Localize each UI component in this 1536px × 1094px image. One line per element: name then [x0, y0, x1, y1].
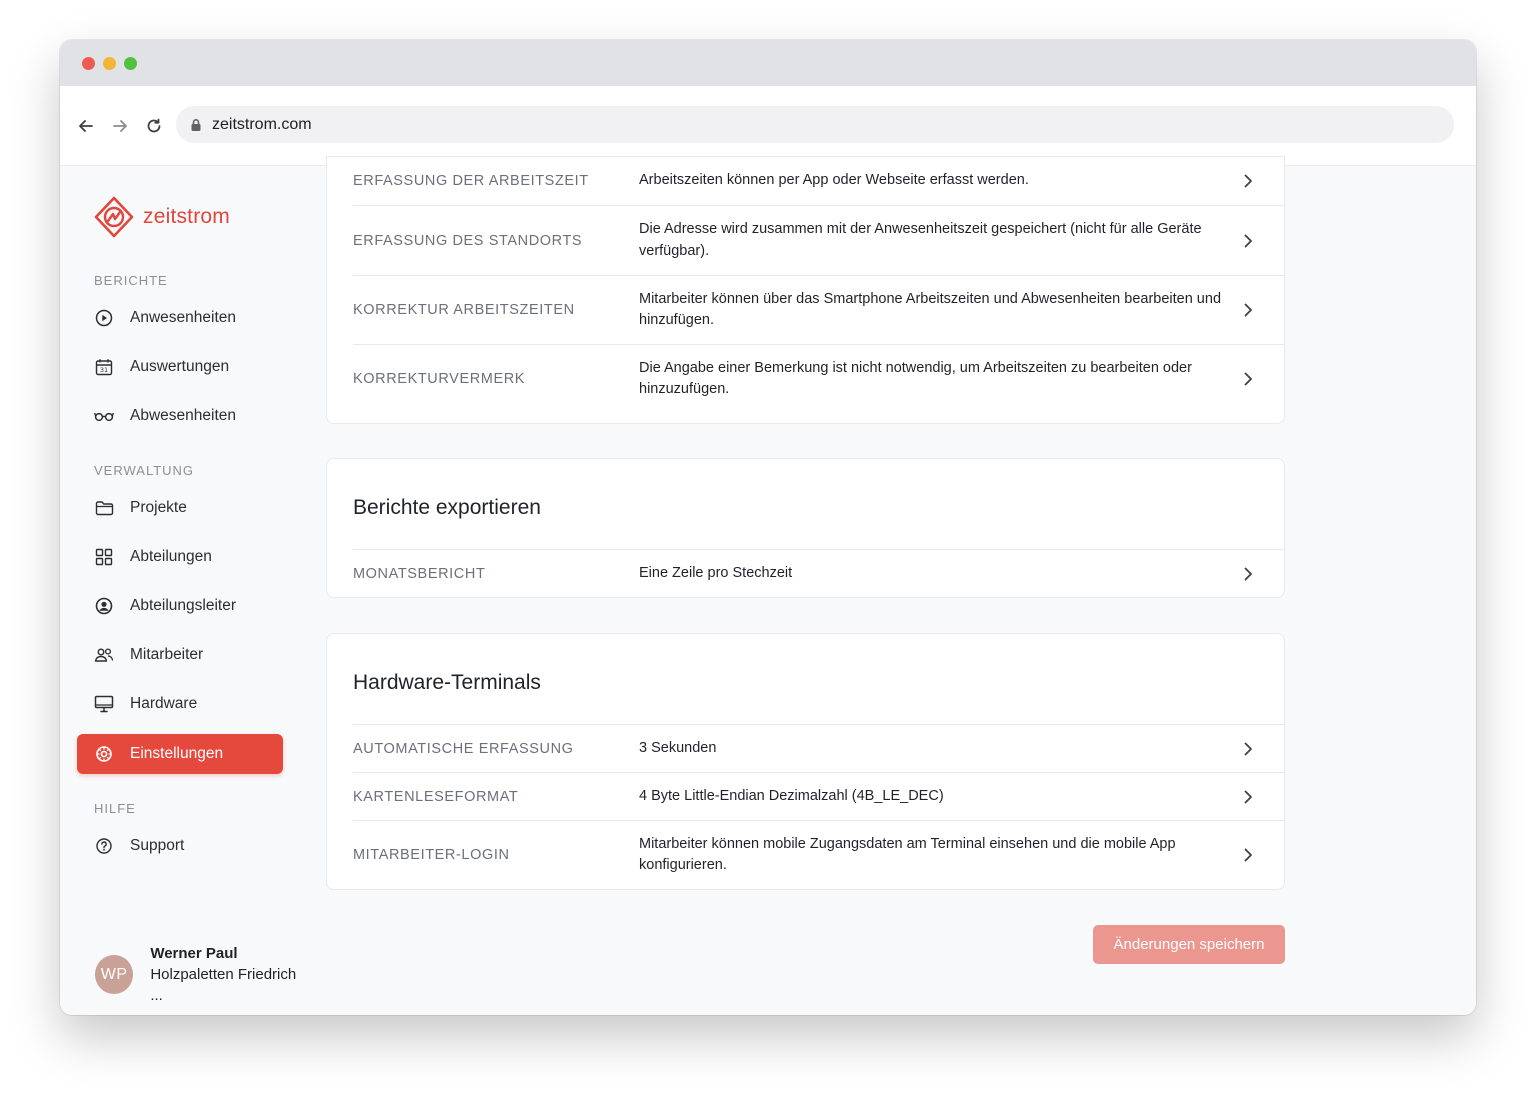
zeitstrom-logo-icon [94, 196, 134, 238]
url-text: zeitstrom.com [212, 115, 312, 133]
setting-label: ERFASSUNG DES STANDORTS [353, 232, 583, 249]
chevron-right-icon [1244, 848, 1252, 862]
sidebar-item-anwesenheiten[interactable]: Anwesenheiten [77, 298, 283, 338]
browser-window: zeitstrom.com zeitstrom BERICHTE Anwesen… [60, 40, 1476, 1015]
reload-icon [147, 118, 161, 133]
sidebar-item-hardware[interactable]: Hardware [77, 684, 283, 724]
setting-label: ERFASSUNG DER ARBEITSZEIT [353, 173, 589, 189]
chevron-right-icon [1244, 372, 1252, 386]
export-card-title: Berichte exportieren [353, 496, 541, 519]
browser-toolbar: zeitstrom.com [60, 86, 1476, 166]
sidebar-item-label: Support [130, 837, 185, 854]
setting-value: 3 Sekunden [639, 739, 717, 756]
setting-value: Die Angabe einer Bemerkung ist nicht not… [639, 359, 1192, 398]
minimize-window-button[interactable] [103, 57, 116, 70]
sidebar-item-abteilungen[interactable]: Abteilungen [77, 537, 283, 577]
hardware-card-title: Hardware-Terminals [353, 671, 541, 694]
settings-row-monatsbericht[interactable]: MONATSBERICHT Eine Zeile pro Stechzeit [353, 549, 1285, 597]
grid-icon [94, 547, 114, 567]
sidebar-item-label: Abteilungsleiter [130, 597, 236, 614]
settings-row-erfassung-standort[interactable]: ERFASSUNG DES STANDORTS Die Adresse wird… [353, 205, 1285, 275]
setting-label: MONATSBERICHT [353, 565, 486, 582]
user-name: Werner Paul [150, 945, 238, 962]
lock-icon [191, 118, 201, 131]
setting-value: Mitarbeiter können über das Smartphone A… [639, 290, 1222, 329]
section-title-verwaltung: VERWALTUNG [94, 463, 195, 478]
user-meta: Werner Paul Holzpaletten Friedrich ... [150, 943, 310, 1006]
section-title-berichte: BERICHTE [94, 273, 168, 288]
users-icon [94, 645, 114, 665]
chevron-right-icon [1244, 174, 1252, 188]
settings-row-automatische-erfassung[interactable]: AUTOMATISCHE ERFASSUNG 3 Sekunden [353, 724, 1285, 772]
setting-value: Eine Zeile pro Stechzeit [639, 564, 793, 581]
save-changes-button[interactable]: Änderungen speichern [1093, 925, 1285, 964]
gear-icon [94, 744, 114, 764]
close-window-button[interactable] [82, 57, 95, 70]
brand-name: zeitstrom [143, 205, 230, 228]
sidebar-item-label: Anwesenheiten [130, 309, 236, 326]
sidebar-item-label: Mitarbeiter [130, 646, 204, 663]
setting-value: Die Adresse wird zusammen mit der Anwese… [639, 221, 1202, 259]
monitor-icon [94, 694, 114, 714]
back-button[interactable] [74, 114, 98, 138]
settings-row-korrekturvermerk[interactable]: KORREKTURVERMERK Die Angabe einer Bemerk… [353, 344, 1285, 413]
export-card: Berichte exportieren MONATSBERICHT Eine … [326, 458, 1285, 598]
sidebar-item-mitarbeiter[interactable]: Mitarbeiter [77, 635, 283, 675]
section-title-hilfe: HILFE [94, 801, 136, 816]
title-bar [60, 40, 1476, 86]
forward-button[interactable] [108, 114, 132, 138]
svg-text:31: 31 [100, 366, 108, 374]
arrow-right-icon [113, 120, 127, 132]
setting-value: Arbeitszeiten können per App oder Websei… [639, 172, 1029, 189]
sidebar-item-einstellungen[interactable]: Einstellungen [77, 734, 283, 774]
sidebar-item-label: Abteilungen [130, 548, 212, 565]
recording-settings-card: ERFASSUNG DER ARBEITSZEIT Arbeitszeiten … [326, 156, 1285, 424]
sidebar-item-label: Einstellungen [130, 745, 224, 762]
reload-button[interactable] [142, 114, 166, 138]
page-content: zeitstrom BERICHTE Anwesenheiten 31 Ausw… [60, 156, 1476, 1015]
chevron-right-icon [1244, 567, 1252, 580]
calendar-icon: 31 [94, 357, 114, 377]
sidebar-item-label: Abwesenheiten [130, 407, 236, 424]
sidebar-item-auswertungen[interactable]: 31 Auswertungen [77, 347, 283, 387]
sidebar-item-label: Auswertungen [130, 358, 230, 375]
sidebar-item-label: Projekte [130, 499, 187, 516]
hardware-terminals-card: Hardware-Terminals AUTOMATISCHE ERFASSUN… [326, 633, 1285, 890]
chevron-right-icon [1244, 742, 1252, 755]
glasses-icon [94, 406, 114, 426]
sidebar-item-projekte[interactable]: Projekte [77, 488, 283, 528]
sidebar-item-abwesenheiten[interactable]: Abwesenheiten [77, 396, 283, 436]
sidebar-item-support[interactable]: Support [77, 826, 283, 866]
user-circle-icon [94, 596, 114, 616]
address-bar[interactable]: zeitstrom.com [176, 106, 1454, 143]
settings-row-kartenleseformat[interactable]: KARTENLESEFORMAT 4 Byte Little-Endian De… [353, 772, 1285, 820]
arrow-left-icon [79, 120, 93, 132]
help-circle-icon [94, 836, 114, 856]
setting-label: KORREKTURVERMERK [353, 371, 526, 387]
play-circle-icon [94, 308, 114, 328]
setting-label: KARTENLESEFORMAT [353, 788, 519, 805]
setting-label: MITARBEITER-LOGIN [353, 847, 510, 863]
setting-label: AUTOMATISCHE ERFASSUNG [353, 740, 574, 757]
chevron-right-icon [1244, 303, 1252, 317]
setting-value: 4 Byte Little-Endian Dezimalzahl (4B_LE_… [639, 787, 944, 804]
sidebar: zeitstrom BERICHTE Anwesenheiten 31 Ausw… [60, 166, 310, 1015]
sidebar-item-abteilungsleiter[interactable]: Abteilungsleiter [77, 586, 283, 626]
settings-row-mitarbeiter-login[interactable]: MITARBEITER-LOGIN Mitarbeiter können mob… [353, 820, 1285, 889]
chevron-right-icon [1244, 790, 1252, 803]
maximize-window-button[interactable] [124, 57, 137, 70]
sidebar-item-label: Hardware [130, 695, 198, 712]
settings-row-erfassung-arbeitszeit[interactable]: ERFASSUNG DER ARBEITSZEIT Arbeitszeiten … [353, 157, 1285, 205]
avatar: WP [95, 955, 134, 994]
user-company: Holzpaletten Friedrich ... [150, 966, 297, 1004]
settings-row-korrektur-arbeitszeiten[interactable]: KORREKTUR ARBEITSZEITEN Mitarbeiter könn… [353, 275, 1285, 344]
logo[interactable]: zeitstrom [93, 196, 230, 238]
user-profile[interactable]: WP Werner Paul Holzpaletten Friedrich ..… [95, 943, 310, 1006]
folder-icon [94, 498, 114, 518]
setting-label: KORREKTUR ARBEITSZEITEN [353, 302, 575, 318]
chevron-right-icon [1244, 234, 1252, 247]
setting-value: Mitarbeiter können mobile Zugangsdaten a… [639, 835, 1176, 874]
